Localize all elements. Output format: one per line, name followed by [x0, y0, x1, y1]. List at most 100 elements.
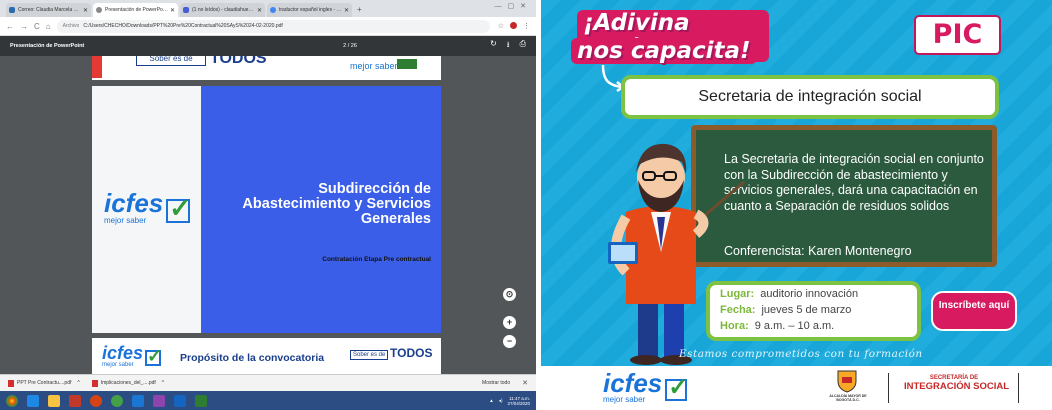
lugar-label: Lugar: [720, 288, 755, 300]
menu-icon[interactable]: ⋮ [523, 22, 530, 30]
logo-word: icfes [102, 343, 144, 363]
pdf-toolbar: Presentación de PowerPoint 2 / 26 ↻ ⭳ ⎙ [0, 36, 536, 56]
excel-icon[interactable] [195, 394, 207, 407]
zoom-out-button[interactable]: − [503, 335, 516, 348]
url-text: C:/Users/CHECHO/Downloads/PPT%20Pre%20Co… [83, 23, 283, 29]
window-controls[interactable]: — ▢ ✕ [495, 2, 528, 10]
red-accent [92, 56, 102, 78]
mail-icon [183, 7, 189, 13]
start-icon[interactable] [6, 394, 18, 407]
fit-page-button[interactable]: ⊙ [503, 288, 516, 301]
slide-left-panel: icfes mejor saber ✓ [92, 86, 201, 333]
clock-date: 27/04/2020 [507, 400, 530, 406]
downloads-bar: PPT Pre Contractu....pdf ^ Implicaciones… [0, 374, 536, 391]
pdf-page-1: Sober es de TODOS mejor saber [92, 56, 441, 80]
app-icon[interactable] [132, 394, 144, 407]
hora-label: Hora: [720, 320, 749, 332]
reload-icon[interactable]: C [34, 22, 40, 31]
pdf-file-icon [91, 379, 98, 387]
clock[interactable]: 11:47 a.m. 27/04/2020 [507, 396, 530, 406]
todos-text: TODOS [390, 346, 433, 360]
fecha-row: Fecha: jueves 5 de marzo [720, 304, 851, 316]
screenshot-root: Correo: Claudia Marcela Huertas ✕ Presen… [0, 0, 1052, 410]
network-icon[interactable]: ▲ [489, 398, 493, 403]
download-icon[interactable]: ⭳ [507, 39, 510, 53]
forward-icon[interactable]: → [20, 22, 28, 31]
chevron-up-icon[interactable]: ^ [77, 380, 79, 386]
new-tab-button[interactable]: + [357, 3, 362, 17]
bogota-shield-icon [837, 370, 857, 393]
outlook-icon [9, 7, 15, 13]
speaker-text: Conferencista: Karen Montenegro [724, 244, 912, 258]
pdf-page-3: icfes mejor saber ✓ Propósito de la conv… [92, 338, 441, 374]
divider [888, 373, 889, 403]
back-icon[interactable]: ← [6, 22, 14, 31]
fecha-label: Fecha: [720, 304, 756, 316]
outlook-icon[interactable] [90, 394, 102, 407]
tab-strip: Correo: Claudia Marcela Huertas ✕ Presen… [0, 0, 536, 17]
address-bar: ← → C ⌂ Archivo C:/Users/CHECHO/Download… [0, 17, 536, 36]
page-counter: 2 / 26 [343, 43, 357, 49]
sober-es-de-text: Sober es de [136, 56, 206, 66]
avatar[interactable] [510, 22, 517, 29]
tab-mail[interactable]: (1 no leídos) - claudiahuertas@... ✕ [180, 3, 265, 17]
chevron-up-icon[interactable]: ^ [162, 380, 164, 386]
poster-footer: icfes mejor saber ✓ ALCALDÍA MAYOR DE BO… [541, 366, 1052, 410]
poster-headline: ¡Adivina quién nos capacita! [569, 6, 769, 68]
hora-row: Hora: 9 a.m. – 10 a.m. [720, 320, 834, 332]
checkbox-logo-icon: ✓ [145, 346, 162, 366]
pdf-page-2: icfes mejor saber ✓ Subdirección de Abas… [92, 86, 441, 333]
event-info-box: Lugar: auditorio innovación Fecha: jueves … [706, 281, 921, 341]
tab-correo[interactable]: Correo: Claudia Marcela Huertas ✕ [6, 3, 91, 17]
pdf-viewer[interactable]: Sober es de TODOS mejor saber icfes mejo… [0, 56, 536, 374]
checkbox-logo-icon: ✓ [665, 374, 688, 401]
tab-label: Presentación de PowerPoint [105, 7, 168, 13]
close-icon[interactable]: ✕ [344, 7, 349, 14]
close-icon[interactable]: ✕ [170, 7, 175, 14]
onenote-icon[interactable] [153, 394, 165, 407]
zoom-in-button[interactable]: + [503, 316, 516, 329]
media-icon[interactable] [69, 394, 81, 407]
star-icon[interactable]: ☆ [498, 22, 504, 30]
checkmark-icon: ✓ [147, 346, 163, 366]
address-bar-actions: ☆ ⋮ [498, 22, 530, 30]
logo-word: icfes [104, 188, 164, 218]
volume-icon[interactable]: ◂) [499, 398, 503, 404]
divider [1018, 373, 1019, 403]
word-icon[interactable] [174, 394, 186, 407]
icfes-logo: icfes mejor saber ✓ [603, 370, 688, 404]
check-logo-icon [397, 59, 417, 69]
tab-traductor[interactable]: traductor español ingles - Buscar ✕ [267, 3, 352, 17]
chrome-icon[interactable] [111, 394, 123, 407]
secretaria-logo: SECRETARÍA DE INTEGRACIÓN SOCIAL [899, 375, 1009, 392]
hora-value: 9 a.m. – 10 a.m. [754, 320, 835, 332]
checkmark-icon: ✓ [169, 193, 192, 223]
url-host: Archivo [62, 23, 80, 29]
ie-icon[interactable] [27, 394, 39, 407]
rotate-icon[interactable]: ↻ [490, 39, 497, 53]
url-input[interactable]: Archivo C:/Users/CHECHO/Downloads/PPT%20… [56, 19, 490, 33]
print-icon[interactable]: ⎙ [520, 39, 526, 53]
close-icon[interactable]: ✕ [257, 7, 262, 14]
tab-label: Correo: Claudia Marcela Huertas [18, 7, 81, 13]
poster: ¡Adivina quién nos capacita! PIC Secreta… [541, 0, 1052, 366]
close-icon[interactable]: ✕ [83, 7, 88, 14]
pic-badge: PIC [914, 15, 1001, 55]
show-all-button[interactable]: Mostrar todo [482, 380, 510, 386]
inscribete-button[interactable]: Inscríbete aquí [931, 291, 1017, 331]
download-item[interactable]: PPT Pre Contractu....pdf ^ [8, 379, 80, 387]
tab-presentacion[interactable]: Presentación de PowerPoint ✕ [93, 3, 178, 17]
taskbar: ▲ ◂) 11:47 a.m. 27/04/2020 [0, 391, 536, 410]
fecha-value: jueves 5 de marzo [761, 304, 852, 316]
download-label: Implicaciones_del_....pdf [100, 380, 156, 386]
explorer-icon[interactable] [48, 394, 60, 407]
close-icon[interactable]: ✕ [522, 379, 528, 387]
browser-window: Correo: Claudia Marcela Huertas ✕ Presen… [0, 0, 536, 410]
chalkboard-text: La Secretaria de integración social en c… [724, 152, 984, 213]
icfes-logo: icfes mejor saber ✓ [104, 188, 192, 225]
home-icon[interactable]: ⌂ [46, 22, 51, 31]
google-icon [270, 7, 276, 13]
download-item[interactable]: Implicaciones_del_....pdf ^ [91, 379, 164, 387]
slide-heading: Propósito de la convocatoria [180, 352, 325, 364]
poster-heading: Secretaria de integración social [698, 88, 922, 105]
